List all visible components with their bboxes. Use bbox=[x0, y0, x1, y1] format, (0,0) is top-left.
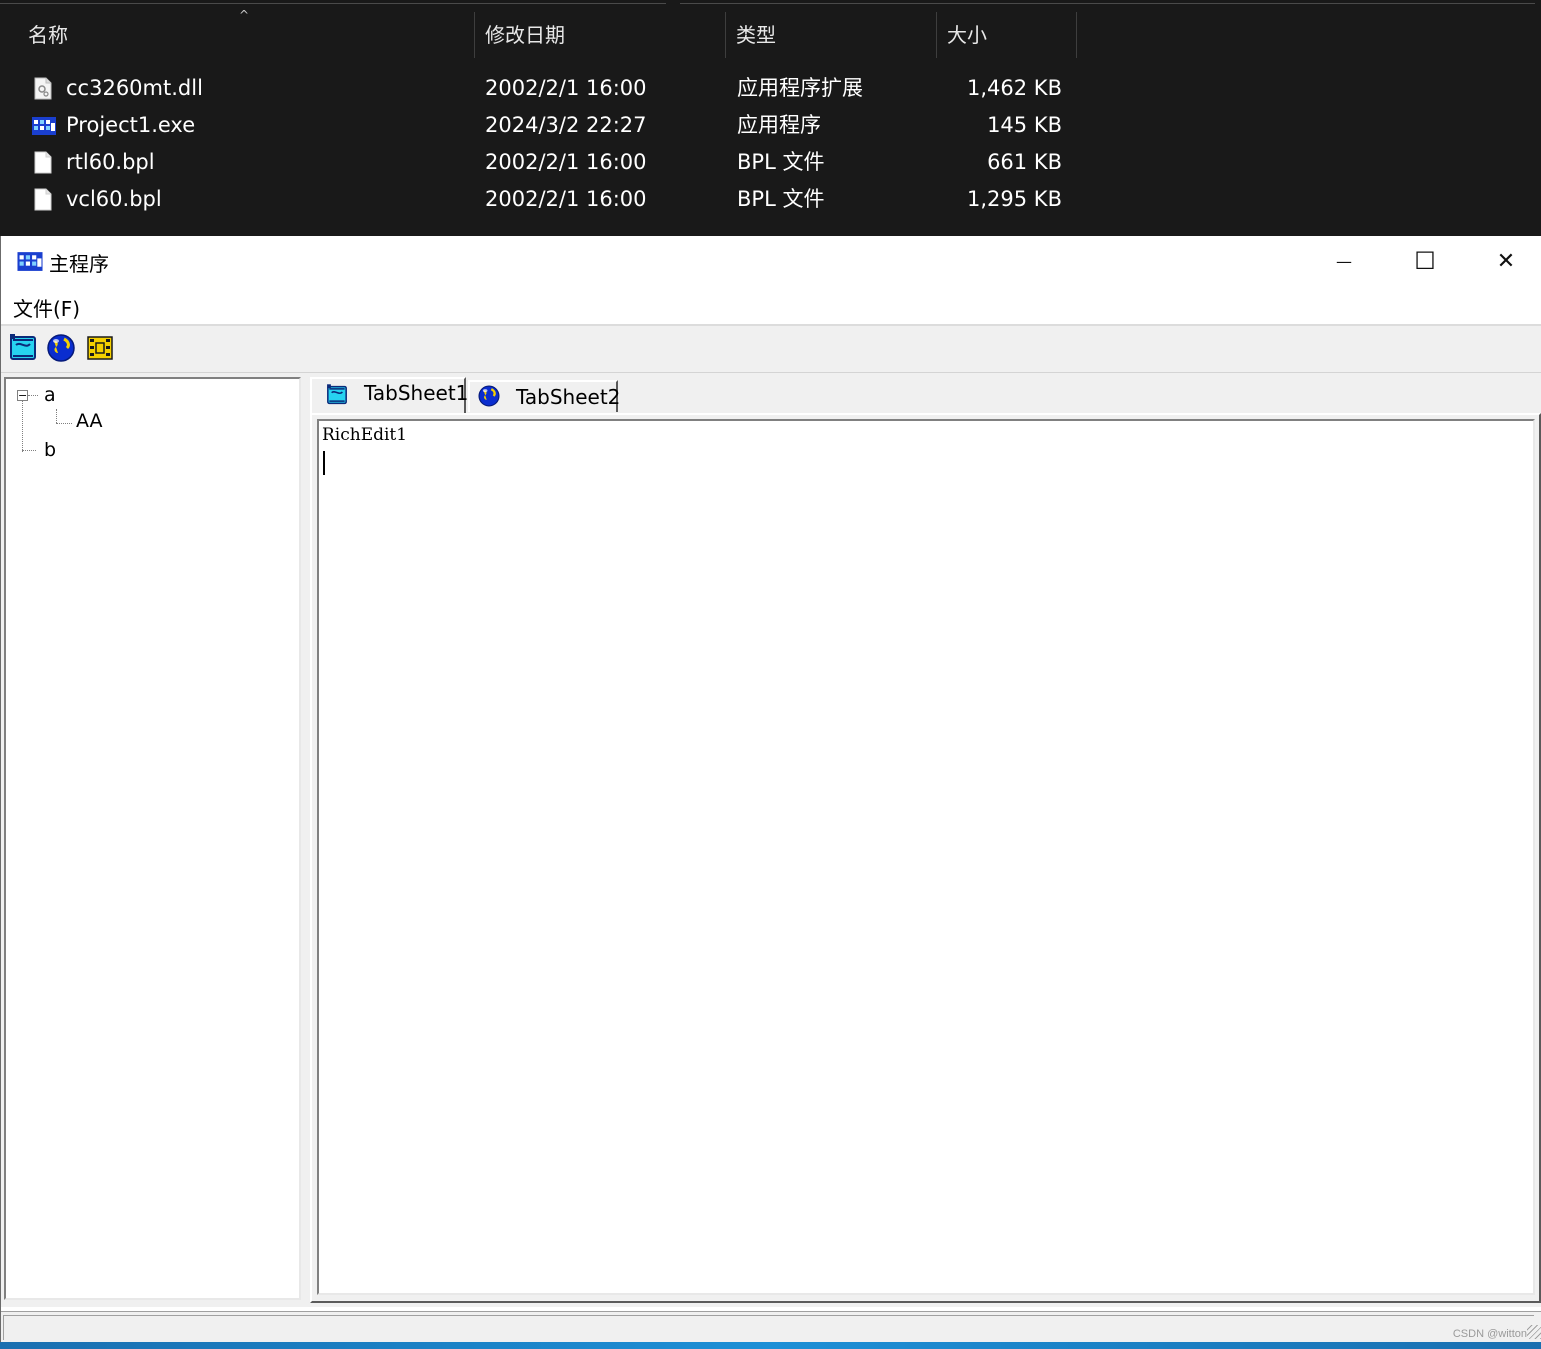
file-size: 1,295 KB bbox=[967, 187, 1062, 211]
page-control: TabSheet1 TabSheet2 RichEdit1 bbox=[310, 377, 1541, 1303]
size-grip-icon[interactable] bbox=[1527, 1325, 1541, 1339]
new-icon bbox=[327, 384, 347, 405]
file-modified: 2002/2/1 16:00 bbox=[485, 76, 647, 100]
title-bar[interactable]: 主程序 — ☐ ✕ bbox=[1, 236, 1541, 286]
close-button[interactable]: ✕ bbox=[1466, 236, 1541, 286]
file-row[interactable]: Project1.exe 2024/3/2 22:27 应用程序 145 KB bbox=[0, 107, 1100, 144]
tree-line bbox=[22, 395, 23, 452]
tab-label: TabSheet1 bbox=[364, 381, 469, 405]
menu-file[interactable]: 文件(F) bbox=[13, 293, 80, 322]
column-header-size[interactable]: 大小 bbox=[937, 12, 1077, 58]
file-type: 应用程序 bbox=[737, 113, 821, 137]
tab-sheet-panel: RichEdit1 bbox=[310, 413, 1541, 1303]
client-area: − a AA b TabSheet1 TabSheet2 RichEdit1 bbox=[1, 373, 1541, 1307]
file-row[interactable]: rtl60.bpl 2002/2/1 16:00 BPL 文件 661 KB bbox=[0, 144, 1100, 181]
tree-node-a[interactable]: a bbox=[44, 384, 56, 406]
tree-line bbox=[56, 409, 57, 423]
maximize-icon: ☐ bbox=[1414, 247, 1436, 275]
file-modified: 2002/2/1 16:00 bbox=[485, 187, 647, 211]
blank-file-icon bbox=[34, 151, 52, 174]
tree-node-b[interactable]: b bbox=[44, 439, 56, 461]
file-row[interactable]: vcl60.bpl 2002/2/1 16:00 BPL 文件 1,295 KB bbox=[0, 181, 1100, 218]
close-icon: ✕ bbox=[1496, 248, 1516, 274]
file-type: BPL 文件 bbox=[737, 187, 825, 211]
file-type: 应用程序扩展 bbox=[737, 76, 863, 100]
file-name: rtl60.bpl bbox=[66, 150, 155, 174]
column-separator[interactable] bbox=[1076, 12, 1077, 58]
file-explorer-list: ^ 名称 修改日期 类型 大小 cc3260mt.dll 2002/2/1 16… bbox=[0, 0, 1541, 236]
tree-collapse-icon[interactable]: − bbox=[17, 390, 28, 401]
rich-edit-text: RichEdit1 bbox=[322, 425, 408, 445]
new-icon[interactable] bbox=[7, 331, 39, 365]
file-type: BPL 文件 bbox=[737, 150, 825, 174]
window-title: 主程序 bbox=[49, 252, 109, 276]
column-header-divider bbox=[0, 0, 666, 4]
status-bar: CSDN @witton bbox=[1, 1311, 1541, 1343]
tree-line bbox=[22, 450, 36, 451]
text-caret bbox=[323, 451, 325, 475]
globe-icon[interactable] bbox=[45, 331, 77, 365]
file-name: vcl60.bpl bbox=[66, 187, 162, 211]
column-header-modified[interactable]: 修改日期 bbox=[475, 12, 725, 58]
minimize-icon: — bbox=[1336, 251, 1352, 271]
tree-view[interactable]: − a AA b bbox=[4, 377, 301, 1300]
maximize-button[interactable]: ☐ bbox=[1385, 236, 1465, 286]
main-program-window: 主程序 — ☐ ✕ 文件(F) − a AA b TabSheet1 TabSh… bbox=[0, 236, 1541, 1349]
file-name: cc3260mt.dll bbox=[66, 76, 203, 100]
app-icon[interactable] bbox=[15, 249, 45, 273]
tree-line bbox=[28, 395, 38, 396]
column-header-name[interactable]: 名称 bbox=[18, 12, 473, 58]
toolbar bbox=[1, 326, 1541, 373]
file-name: Project1.exe bbox=[66, 113, 196, 137]
column-header-type[interactable]: 类型 bbox=[726, 12, 936, 58]
taskbar-edge bbox=[0, 1342, 1541, 1349]
tree-node-aa[interactable]: AA bbox=[76, 410, 103, 432]
file-modified: 2002/2/1 16:00 bbox=[485, 150, 647, 174]
blank-file-icon bbox=[34, 188, 52, 211]
film-icon[interactable] bbox=[84, 331, 116, 365]
file-size: 1,462 KB bbox=[967, 76, 1062, 100]
globe-icon bbox=[478, 385, 500, 407]
tab-tabsheet2[interactable]: TabSheet2 bbox=[468, 380, 621, 412]
minimize-button[interactable]: — bbox=[1304, 236, 1384, 286]
column-header-divider bbox=[680, 0, 1535, 4]
file-size: 145 KB bbox=[987, 113, 1062, 137]
file-size: 661 KB bbox=[987, 150, 1062, 174]
tree-line bbox=[56, 423, 72, 424]
rich-edit[interactable]: RichEdit1 bbox=[317, 419, 1535, 1295]
file-modified: 2024/3/2 22:27 bbox=[485, 113, 647, 137]
exe-app-icon bbox=[32, 117, 56, 135]
status-panel bbox=[3, 1315, 1534, 1340]
tab-label: TabSheet2 bbox=[516, 385, 621, 409]
menu-bar: 文件(F) bbox=[1, 286, 1541, 326]
watermark-text: CSDN @witton bbox=[1452, 1328, 1527, 1340]
file-row[interactable]: cc3260mt.dll 2002/2/1 16:00 应用程序扩展 1,462… bbox=[0, 70, 1100, 107]
dll-file-icon bbox=[34, 77, 52, 100]
tab-tabsheet1[interactable]: TabSheet1 bbox=[310, 377, 469, 413]
